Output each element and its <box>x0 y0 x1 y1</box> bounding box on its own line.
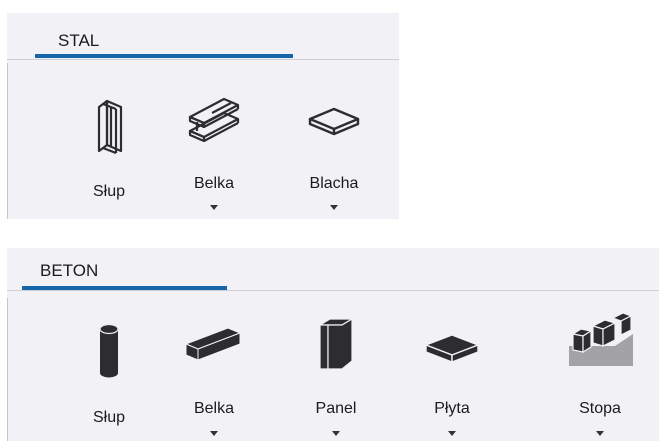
stal-slup-button[interactable]: Słup <box>69 95 149 205</box>
beton-slup-button[interactable]: Słup <box>69 321 149 436</box>
concrete-slab-icon <box>424 334 480 364</box>
tab-stal-underline <box>35 54 293 58</box>
beton-plyta-label: Płyta <box>434 400 470 417</box>
beton-panel-button[interactable]: Panel <box>296 315 376 439</box>
tab-beton[interactable]: BETON <box>40 261 98 281</box>
concrete-column-icon <box>99 323 119 378</box>
tab-stal[interactable]: STAL <box>58 31 99 51</box>
steel-plate-icon <box>308 107 360 136</box>
beton-stopa-button[interactable]: Stopa <box>560 312 640 439</box>
beton-panel-label: Panel <box>315 400 357 417</box>
stal-belka-label: Belka <box>193 175 235 192</box>
tab-divider <box>7 290 659 291</box>
chevron-down-icon <box>210 431 218 436</box>
group-separator <box>7 298 8 441</box>
beton-belka-label: Belka <box>193 400 235 417</box>
concrete-beam-icon <box>184 327 242 361</box>
beton-panel: BETON Słup Belka Panel Płyta Stopa <box>7 248 659 441</box>
beton-stopa-label: Stopa <box>579 400 621 417</box>
beton-plyta-button[interactable]: Płyta <box>412 331 492 439</box>
footing-icon <box>569 312 633 366</box>
steel-beam-icon <box>188 97 240 143</box>
concrete-panel-icon <box>317 317 355 370</box>
chevron-down-icon <box>332 431 340 436</box>
stal-blacha-button[interactable]: Blacha <box>294 105 374 215</box>
chevron-down-icon <box>330 205 338 210</box>
steel-column-icon <box>97 99 123 155</box>
beton-belka-button[interactable]: Belka <box>174 324 254 439</box>
stal-slup-label: Słup <box>92 183 126 200</box>
beton-slup-label: Słup <box>92 409 126 426</box>
chevron-down-icon <box>448 431 456 436</box>
tab-divider <box>7 59 399 60</box>
stal-panel: STAL Słup Belka Blacha <box>7 13 399 219</box>
stal-belka-button[interactable]: Belka <box>174 95 254 215</box>
stal-blacha-label: Blacha <box>309 175 359 192</box>
chevron-down-icon <box>210 205 218 210</box>
chevron-down-icon <box>596 431 604 436</box>
group-separator <box>7 63 8 219</box>
